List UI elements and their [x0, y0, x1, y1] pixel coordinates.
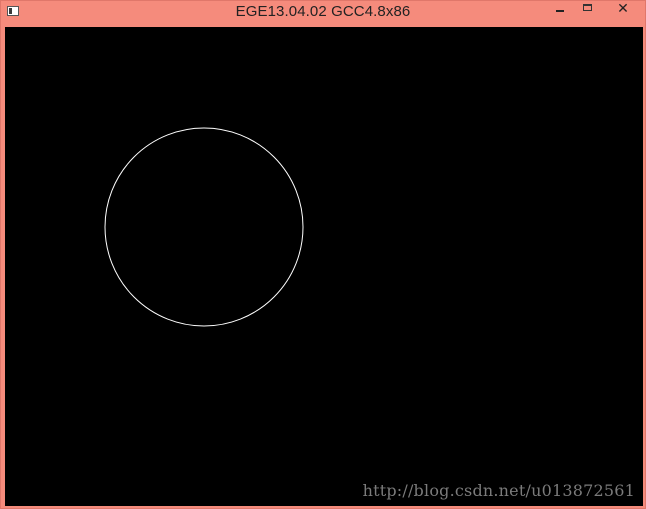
- maximize-button[interactable]: [575, 1, 599, 21]
- app-window: EGE13.04.02 GCC4.8x86 ✕ http://blog.csdn…: [0, 0, 646, 509]
- watermark-text: http://blog.csdn.net/u013872561: [362, 481, 635, 500]
- close-button[interactable]: ✕: [601, 1, 645, 21]
- drawn-circle: [104, 127, 304, 327]
- close-icon: ✕: [617, 1, 629, 17]
- drawing-canvas[interactable]: http://blog.csdn.net/u013872561: [5, 27, 643, 506]
- title-bar[interactable]: EGE13.04.02 GCC4.8x86 ✕: [1, 1, 645, 25]
- canvas-graphics: [104, 127, 304, 327]
- minimize-button[interactable]: [547, 1, 573, 21]
